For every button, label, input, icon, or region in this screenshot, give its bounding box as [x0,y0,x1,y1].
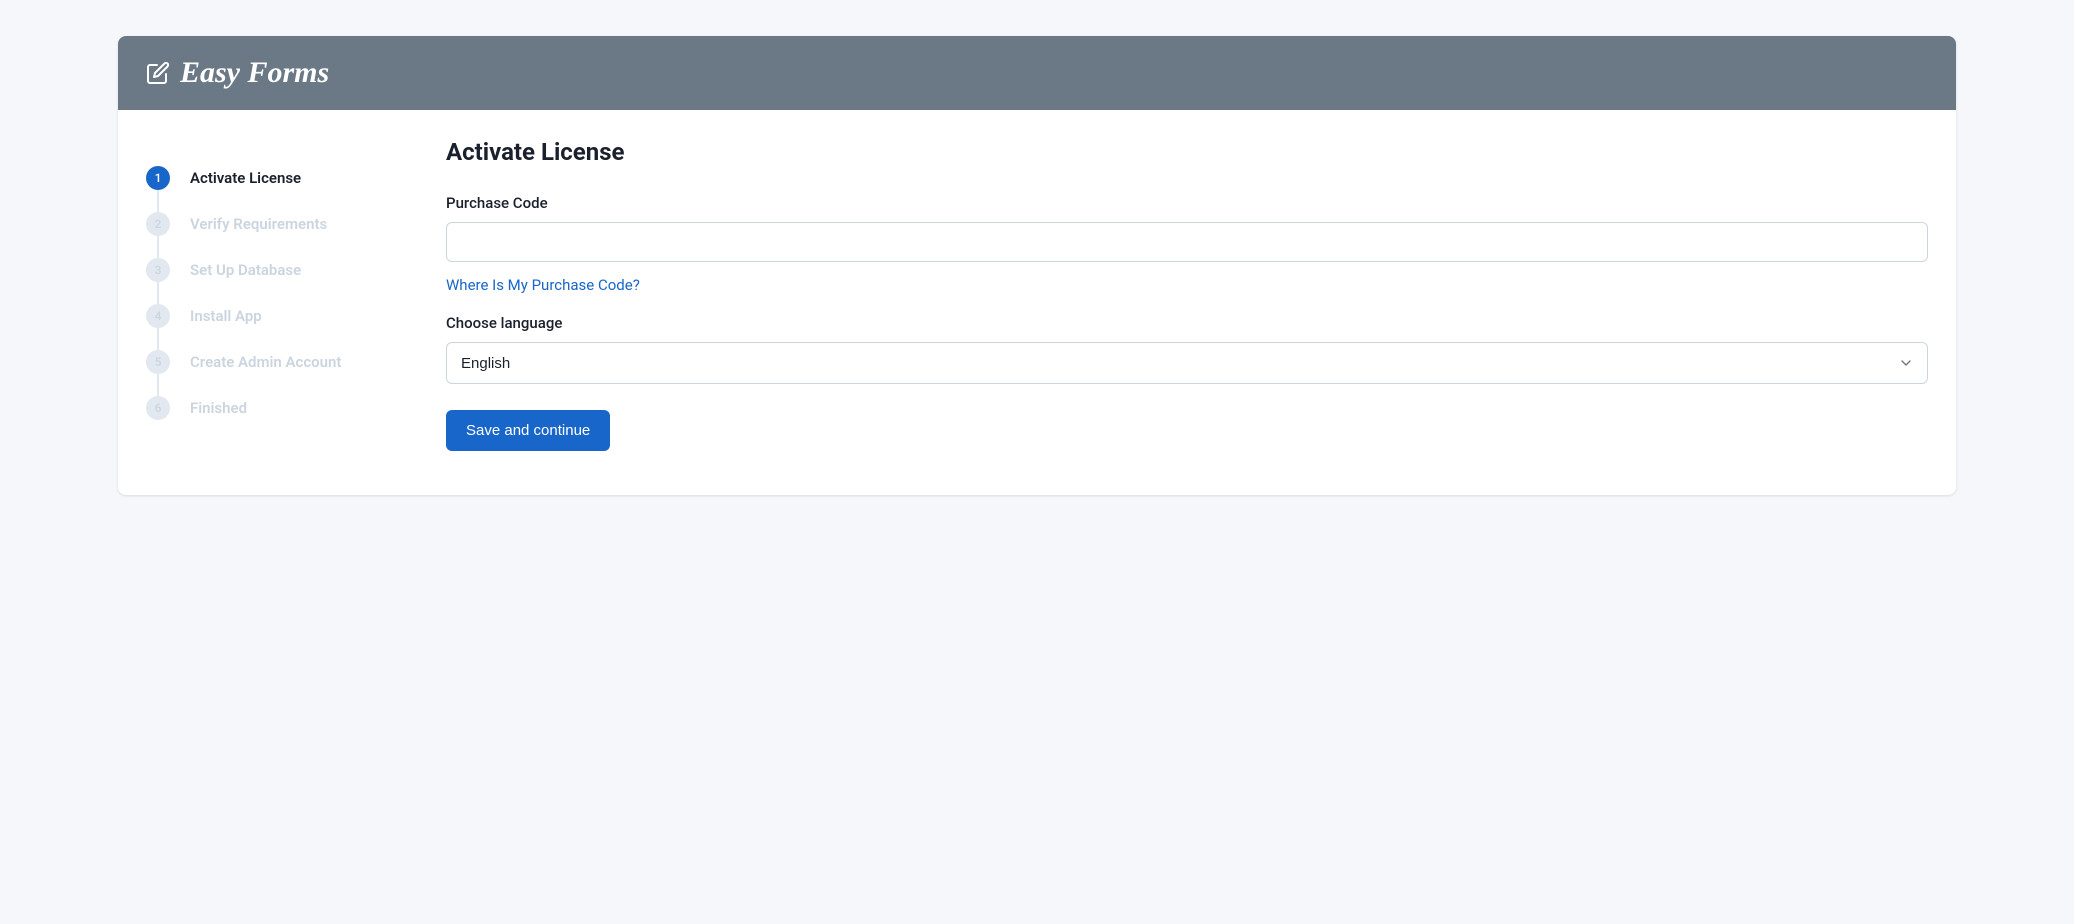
steps-sidebar: 1 Activate License 2 Verify Requirements… [146,138,446,451]
card-header: Easy Forms [118,36,1956,110]
purchase-code-help-link[interactable]: Where Is My Purchase Code? [446,276,640,294]
step-install-app: 4 Install App [146,304,422,350]
main-content: Activate License Purchase Code Where Is … [446,138,1928,451]
step-create-admin-account: 5 Create Admin Account [146,350,422,396]
step-label: Install App [190,307,262,325]
step-number: 2 [146,212,170,236]
language-select-wrapper: English [446,342,1928,384]
step-label: Create Admin Account [190,353,341,371]
purchase-code-label: Purchase Code [446,194,1928,212]
step-label: Verify Requirements [190,215,327,233]
step-label: Set Up Database [190,261,301,279]
step-number: 4 [146,304,170,328]
step-number: 1 [146,166,170,190]
language-select[interactable]: English [446,342,1928,384]
purchase-code-group: Purchase Code Where Is My Purchase Code? [446,194,1928,294]
installer-card: Easy Forms 1 Activate License 2 Verify R… [118,36,1956,495]
edit-icon [146,61,170,85]
purchase-code-input[interactable] [446,222,1928,262]
step-label: Finished [190,399,247,417]
step-number: 6 [146,396,170,420]
step-verify-requirements: 2 Verify Requirements [146,212,422,258]
step-finished: 6 Finished [146,396,422,420]
save-continue-button[interactable]: Save and continue [446,410,610,451]
steps-list: 1 Activate License 2 Verify Requirements… [146,166,422,420]
step-activate-license: 1 Activate License [146,166,422,212]
step-number: 5 [146,350,170,374]
step-set-up-database: 3 Set Up Database [146,258,422,304]
step-label: Activate License [190,169,301,187]
language-group: Choose language English [446,314,1928,384]
language-label: Choose language [446,314,1928,332]
brand-name: Easy Forms [180,58,329,88]
brand-logo: Easy Forms [146,58,329,88]
page-title: Activate License [446,138,1928,166]
card-body: 1 Activate License 2 Verify Requirements… [118,110,1956,495]
step-number: 3 [146,258,170,282]
